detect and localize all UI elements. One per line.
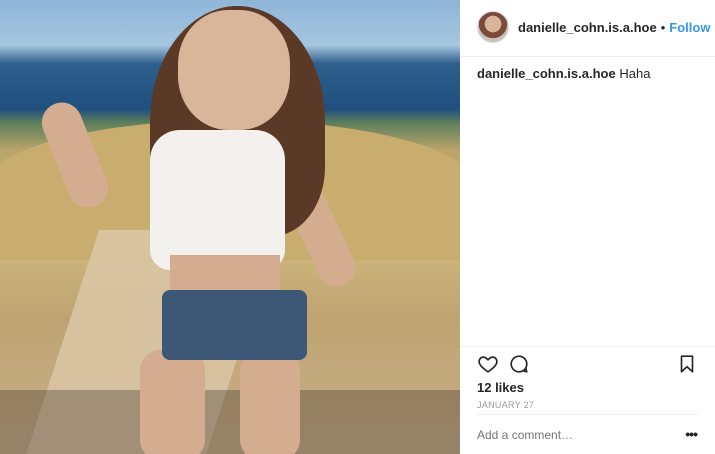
actions-divider: [460, 346, 715, 347]
heart-icon[interactable]: [477, 353, 499, 375]
photo-top: [150, 130, 285, 270]
avatar[interactable]: [477, 11, 509, 43]
caption-username[interactable]: danielle_cohn.is.a.hoe: [477, 66, 616, 81]
caption-text: Haha: [619, 66, 651, 81]
photo-leg-right: [240, 350, 300, 454]
more-options-icon[interactable]: •••: [685, 426, 698, 442]
follow-button[interactable]: Follow: [669, 20, 710, 35]
photo-shorts: [162, 290, 307, 360]
post-date: JANUARY 27: [477, 400, 535, 410]
comment-divider: [477, 414, 698, 415]
post-sidebar: danielle_cohn.is.a.hoe • Follow danielle…: [460, 0, 715, 454]
photo-face: [178, 10, 290, 130]
caption: danielle_cohn.is.a.hoe Haha: [477, 66, 698, 82]
post-header: danielle_cohn.is.a.hoe • Follow: [477, 10, 710, 44]
comment-input[interactable]: [477, 428, 677, 442]
post-photo[interactable]: [0, 0, 460, 454]
header-separator: •: [660, 19, 666, 35]
comment-icon[interactable]: [508, 353, 530, 375]
like-count[interactable]: 12 likes: [477, 380, 524, 395]
header-username[interactable]: danielle_cohn.is.a.hoe: [518, 20, 657, 35]
action-bar: [477, 353, 698, 377]
header-divider: [460, 56, 715, 57]
photo-shadow: [0, 390, 460, 454]
photo-leg-left: [140, 350, 205, 454]
bookmark-icon[interactable]: [676, 353, 698, 375]
